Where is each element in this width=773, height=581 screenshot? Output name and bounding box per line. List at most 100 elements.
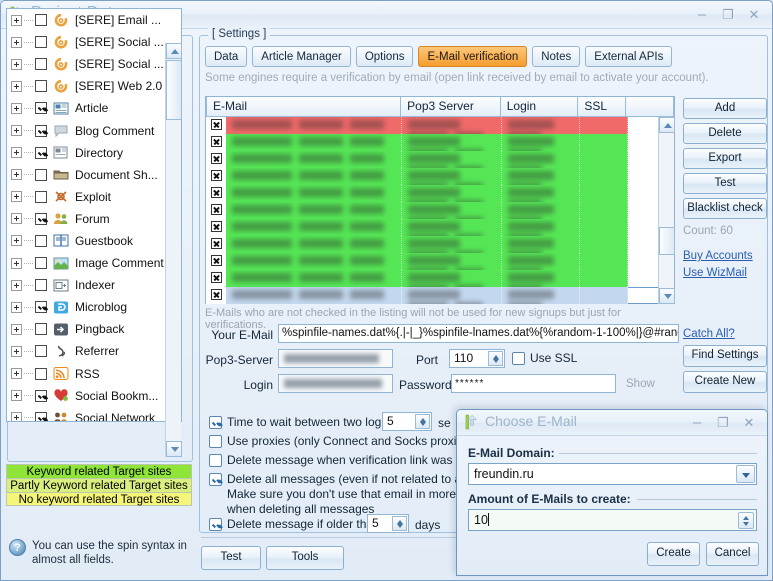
table-cell[interactable] (580, 151, 628, 168)
expand-icon[interactable] (11, 368, 22, 379)
tree-item-rss[interactable]: RSS (7, 363, 181, 385)
table-scroll-thumb[interactable] (659, 227, 675, 255)
cancel-button[interactable]: Cancel (706, 542, 759, 566)
tree-item-article[interactable]: Article (7, 97, 181, 119)
table-row[interactable] (206, 287, 674, 304)
tree-item-indexer[interactable]: Indexer (7, 274, 181, 296)
table-cell[interactable] (226, 236, 402, 253)
table-row[interactable] (206, 151, 674, 168)
test-button[interactable]: Test (201, 546, 261, 570)
delete-all-messages-box[interactable] (209, 473, 222, 486)
tree-item-checkbox[interactable] (35, 169, 47, 181)
table-cell[interactable] (402, 253, 502, 270)
tree-item-social-bookm[interactable]: Social Bookm... (7, 385, 181, 407)
table-cell[interactable] (226, 134, 402, 151)
table-cell[interactable] (580, 134, 628, 151)
tab-external-apis[interactable]: External APIs (585, 46, 672, 67)
row-enabled-checkbox[interactable] (206, 134, 226, 151)
tree-scroll-up-button[interactable] (166, 43, 182, 59)
tree-item-document-sh[interactable]: Document Sh... (7, 164, 181, 186)
table-cell[interactable] (402, 117, 502, 134)
table-cell[interactable] (502, 168, 580, 185)
pop3-server-field[interactable] (278, 349, 393, 368)
expand-icon[interactable] (11, 258, 22, 269)
table-cell[interactable] (580, 287, 628, 304)
table-cell[interactable] (226, 202, 402, 219)
table-cell[interactable] (502, 185, 580, 202)
table-cell[interactable] (580, 253, 628, 270)
column-header-ssl[interactable]: SSL (578, 97, 626, 117)
tree-item-microblog[interactable]: Microblog (7, 296, 181, 318)
expand-icon[interactable] (11, 37, 22, 48)
wait-seconds-field[interactable]: 5 (382, 412, 432, 431)
table-row[interactable] (206, 236, 674, 253)
tree-item-checkbox[interactable] (35, 368, 47, 380)
expand-icon[interactable] (11, 280, 22, 291)
chevron-down-icon[interactable] (736, 465, 755, 483)
table-cell[interactable] (502, 270, 580, 287)
table-cell[interactable] (226, 117, 402, 134)
table-cell[interactable] (502, 117, 580, 134)
expand-icon[interactable] (11, 213, 22, 224)
delete-on-link-found-box[interactable] (209, 454, 222, 467)
table-row[interactable] (206, 185, 674, 202)
show-password-button[interactable]: Show (626, 378, 655, 390)
use-ssl-box[interactable] (512, 352, 525, 365)
minimize-button[interactable]: – (690, 5, 714, 24)
table-cell[interactable] (402, 287, 502, 304)
tree-scroll-down-button[interactable] (166, 441, 182, 457)
delete-button[interactable]: Delete (683, 123, 767, 144)
expand-icon[interactable] (11, 125, 22, 136)
table-cell[interactable] (402, 270, 502, 287)
use-proxies-box[interactable] (209, 435, 222, 448)
table-row[interactable] (206, 219, 674, 236)
delete-older-than-option[interactable]: Delete message if older than (209, 517, 380, 531)
tree-item-checkbox[interactable] (35, 279, 47, 291)
wait-seconds-stepper[interactable] (415, 414, 430, 429)
test-button[interactable]: Test (683, 173, 767, 194)
tree-item-checkbox[interactable] (35, 390, 47, 402)
tree-item-checkbox[interactable] (35, 213, 47, 225)
tree-item-blog-comment[interactable]: Blog Comment (7, 119, 181, 141)
wait-between-logins-box[interactable] (209, 416, 222, 429)
table-cell[interactable] (402, 168, 502, 185)
table-row[interactable] (206, 253, 674, 270)
expand-icon[interactable] (11, 324, 22, 335)
tree-item-checkbox[interactable] (35, 191, 47, 203)
table-row[interactable] (206, 117, 674, 134)
row-enabled-checkbox[interactable] (206, 151, 226, 168)
table-scroll-up-button[interactable] (659, 117, 675, 133)
row-enabled-checkbox[interactable] (206, 168, 226, 185)
table-row[interactable] (206, 134, 674, 151)
dialog-maximize-button[interactable]: ❐ (711, 413, 735, 432)
add-button[interactable]: Add (683, 98, 767, 119)
your-email-field[interactable]: %spinfile-names.dat%{.|-|_}%spinfile-lna… (278, 324, 679, 343)
table-cell[interactable] (502, 151, 580, 168)
expand-icon[interactable] (11, 302, 22, 313)
tree-item-checkbox[interactable] (35, 58, 47, 70)
tree-item-exploit[interactable]: Exploit (7, 186, 181, 208)
email-accounts-table[interactable]: E-MailPop3 ServerLoginSSL (205, 96, 675, 304)
tree-item-checkbox[interactable] (35, 80, 47, 92)
table-cell[interactable] (502, 253, 580, 270)
tree-item-checkbox[interactable] (35, 412, 47, 422)
column-header-pop3-server[interactable]: Pop3 Server (401, 97, 501, 117)
table-cell[interactable] (580, 185, 628, 202)
expand-icon[interactable] (11, 147, 22, 158)
tree-item-checkbox[interactable] (35, 257, 47, 269)
table-cell[interactable] (502, 287, 580, 304)
port-stepper[interactable] (488, 351, 503, 366)
tab-options[interactable]: Options (356, 46, 414, 67)
table-row[interactable] (206, 168, 674, 185)
row-enabled-checkbox[interactable] (206, 236, 226, 253)
table-scrollbar[interactable] (658, 117, 674, 304)
table-cell[interactable] (402, 202, 502, 219)
tree-scroll-thumb[interactable] (166, 60, 182, 120)
table-cell[interactable] (580, 270, 628, 287)
tree-item-checkbox[interactable] (35, 147, 47, 159)
table-cell[interactable] (580, 117, 628, 134)
row-enabled-checkbox[interactable] (206, 253, 226, 270)
table-cell[interactable] (226, 253, 402, 270)
tab-notes[interactable]: Notes (532, 46, 580, 67)
use-wizmail-link[interactable]: Use WizMail (683, 267, 747, 279)
